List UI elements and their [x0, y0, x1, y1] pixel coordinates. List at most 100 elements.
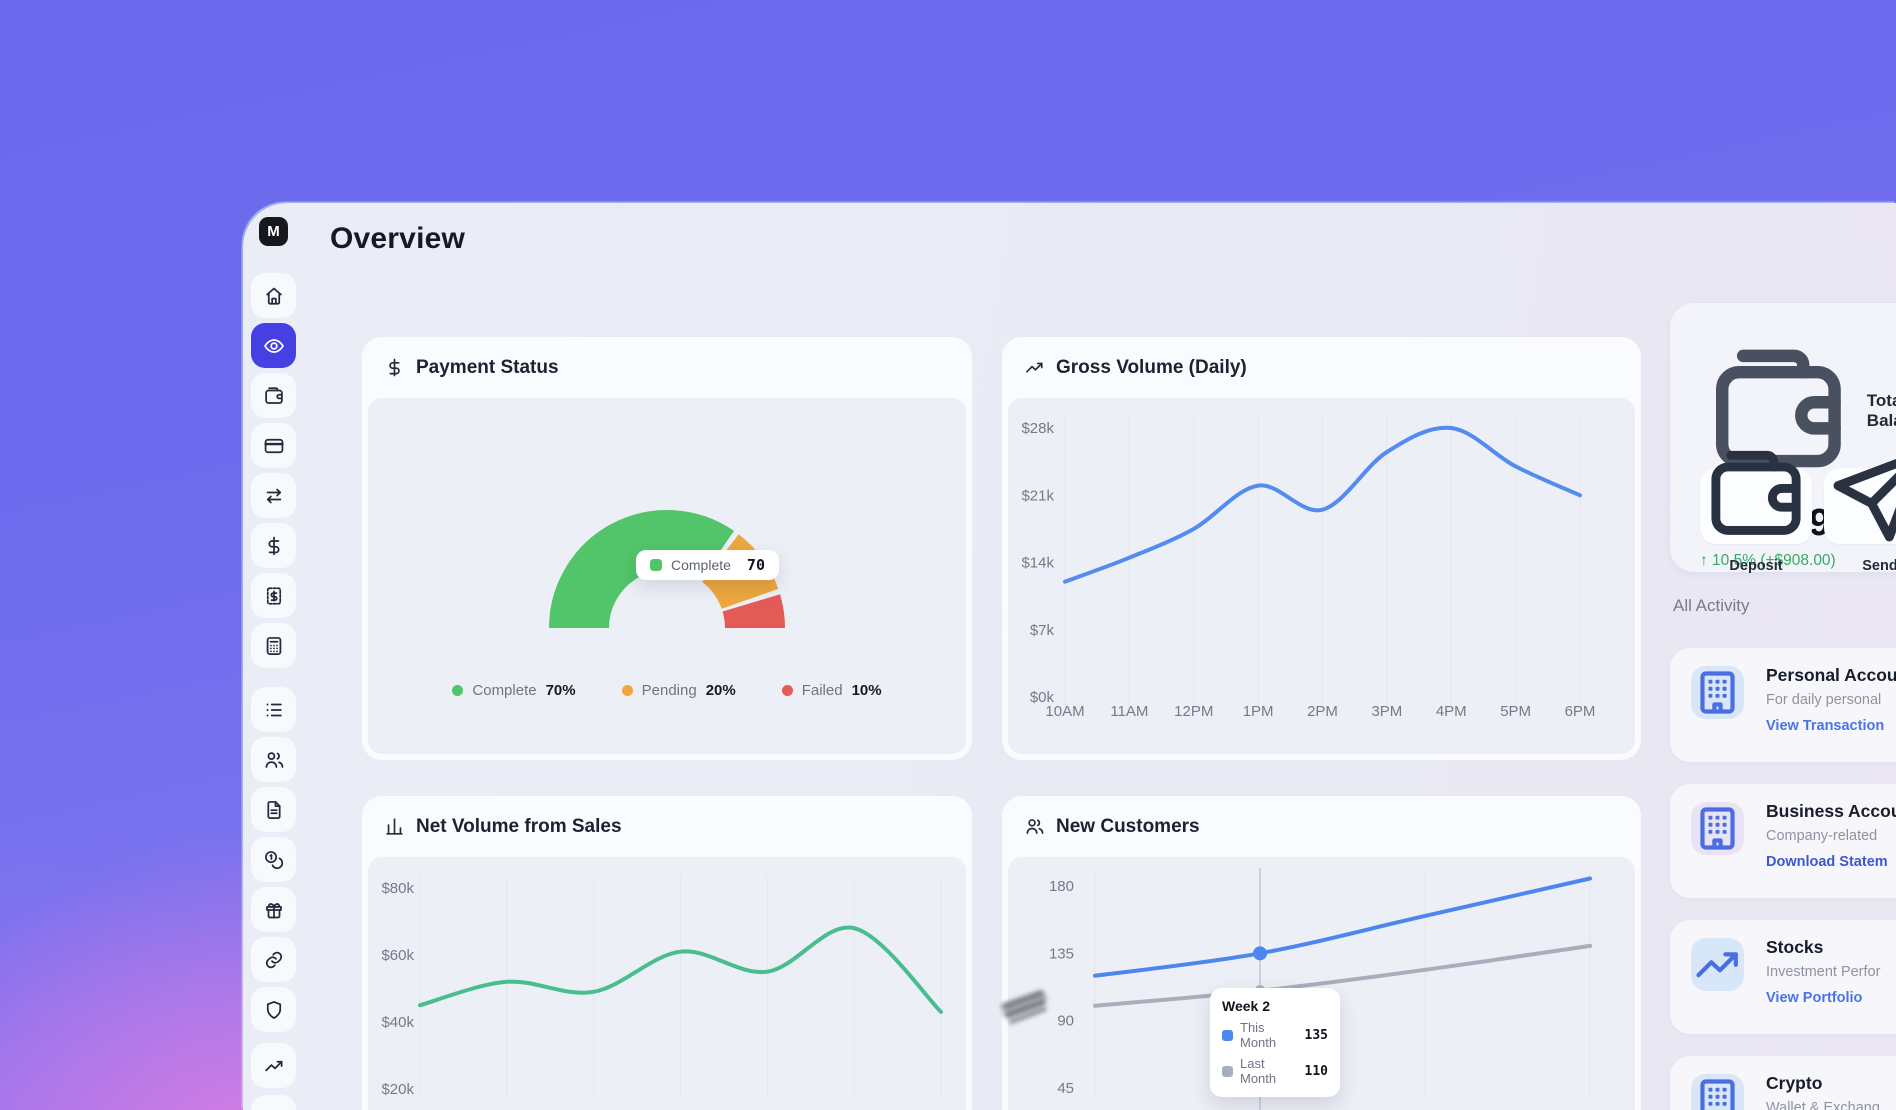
- week2-tooltip: Week 2 This Month 135 Last Month 110: [1210, 988, 1340, 1097]
- payment-status-card: Payment Status Complete 70 Complete 70% …: [362, 337, 972, 760]
- sidebar-item-wallet[interactable]: [251, 373, 296, 418]
- payment-status-title: Payment Status: [416, 357, 559, 379]
- complete-swatch-icon: [650, 559, 662, 571]
- svg-text:$40k: $40k: [381, 1014, 414, 1031]
- activity-title: Business Accou: [1766, 801, 1896, 822]
- send-icon: [1824, 439, 1896, 551]
- legend-label: Complete: [472, 682, 536, 699]
- complete-dot-icon: [452, 685, 463, 696]
- sidebar-item-devices[interactable]: [251, 1095, 296, 1110]
- arrows-left-right-icon: [263, 485, 285, 507]
- last-month-swatch-icon: [1222, 1066, 1233, 1077]
- svg-text:$20k: $20k: [381, 1081, 414, 1098]
- svg-text:4PM: 4PM: [1436, 703, 1467, 720]
- legend-value: 20%: [706, 682, 736, 699]
- link-icon: [263, 949, 285, 971]
- activity-title: Stocks: [1766, 937, 1823, 958]
- svg-text:6PM: 6PM: [1565, 703, 1596, 720]
- receipt-icon: [263, 585, 285, 607]
- gauge-tooltip-value: 70: [747, 556, 765, 574]
- pending-dot-icon: [622, 685, 633, 696]
- gross-volume-header: Gross Volume (Daily): [1002, 337, 1641, 398]
- net-volume-title: Net Volume from Sales: [416, 816, 622, 838]
- sidebar-item-coins[interactable]: [251, 837, 296, 882]
- users-icon: [1024, 816, 1045, 837]
- svg-text:$14k: $14k: [1021, 555, 1054, 572]
- sidebar-item-payments[interactable]: [251, 523, 296, 568]
- legend-item-failed: Failed 10%: [782, 682, 882, 699]
- svg-text:5PM: 5PM: [1500, 703, 1531, 720]
- sidebar-item-customers[interactable]: [251, 737, 296, 782]
- sidebar-item-lists[interactable]: [251, 687, 296, 732]
- sidebar-item-overview[interactable]: [251, 323, 296, 368]
- gauge-tooltip: Complete 70: [636, 550, 779, 580]
- trending-up-icon: [1024, 357, 1045, 378]
- sidebar-item-invoices[interactable]: [251, 573, 296, 618]
- net-volume-body: $80k$60k$40k$20k: [368, 857, 966, 1110]
- this-month-swatch-icon: [1222, 1030, 1233, 1041]
- legend-label: Pending: [642, 682, 697, 699]
- sidebar-item-security[interactable]: [251, 987, 296, 1032]
- file-icon: [263, 799, 285, 821]
- trending-up-icon: [1691, 938, 1744, 991]
- legend-value: 10%: [852, 682, 882, 699]
- credit-card-icon: [263, 435, 285, 457]
- svg-text:$21k: $21k: [1021, 487, 1054, 504]
- users-icon: [263, 749, 285, 771]
- sidebar-item-transfers[interactable]: [251, 473, 296, 518]
- week2-tooltip-title: Week 2: [1222, 998, 1328, 1014]
- tooltip-row-value: 110: [1305, 1064, 1328, 1079]
- send-button[interactable]: Send: [1824, 468, 1896, 544]
- svg-text:12PM: 12PM: [1174, 703, 1213, 720]
- trending-up-icon: [263, 1055, 285, 1077]
- svg-text:90: 90: [1057, 1013, 1074, 1030]
- activity-subtitle: Investment Perfor: [1766, 964, 1880, 980]
- sidebar-item-links[interactable]: [251, 937, 296, 982]
- net-volume-header: Net Volume from Sales: [362, 796, 972, 857]
- payment-status-header: Payment Status: [362, 337, 972, 398]
- svg-text:3PM: 3PM: [1371, 703, 1402, 720]
- calculator-icon: [263, 635, 285, 657]
- sidebar-item-rewards[interactable]: [251, 887, 296, 932]
- dollar-icon: [384, 357, 405, 378]
- legend-value: 70%: [546, 682, 576, 699]
- deposit-button[interactable]: Deposit: [1700, 468, 1812, 544]
- svg-text:$28k: $28k: [1021, 420, 1054, 437]
- payment-legend: Complete 70% Pending 20% Failed 10%: [368, 682, 966, 699]
- gift-icon: [263, 899, 285, 921]
- sidebar-item-home[interactable]: [251, 273, 296, 318]
- total-balance-card: Total Balance $23,569.00 ↑ 10.5% (+$908.…: [1670, 303, 1896, 572]
- activity-card-personal-accou[interactable]: Personal AccouFor daily personalView Tra…: [1670, 648, 1896, 762]
- app-logo[interactable]: M: [259, 217, 288, 246]
- svg-text:180: 180: [1049, 878, 1074, 895]
- sidebar-item-trends[interactable]: [251, 1043, 296, 1088]
- tooltip-row-last-month: Last Month 110: [1222, 1056, 1328, 1086]
- new-customers-card: New Customers 1801359045 Week 2 This Mon…: [1002, 796, 1641, 1110]
- legend-item-pending: Pending 20%: [622, 682, 736, 699]
- bar-chart-icon: [384, 816, 405, 837]
- shield-icon: [263, 999, 285, 1021]
- legend-item-complete: Complete 70%: [452, 682, 575, 699]
- list-icon: [263, 699, 285, 721]
- activity-title: Crypto: [1766, 1073, 1822, 1094]
- dollar-icon: [263, 535, 285, 557]
- activity-link[interactable]: View Transaction: [1766, 718, 1884, 734]
- gauge-tooltip-label: Complete: [671, 557, 731, 573]
- total-balance-label: Total Balance: [1867, 391, 1896, 431]
- activity-link[interactable]: Download Statem: [1766, 854, 1888, 870]
- activity-card-business-accou[interactable]: Business Accou Company-related Download St…: [1670, 784, 1896, 898]
- activity-card-stocks[interactable]: Stocks Investment Perfor View Portfolio: [1670, 920, 1896, 1034]
- sidebar-item-calculator[interactable]: [251, 623, 296, 668]
- sidebar-item-documents[interactable]: [251, 787, 296, 832]
- activity-subtitle: Company-related: [1766, 828, 1877, 844]
- home-icon: [263, 285, 285, 307]
- building-icon: [1691, 666, 1744, 719]
- tooltip-row-this-month: This Month 135: [1222, 1020, 1328, 1050]
- sidebar-item-cards[interactable]: [251, 423, 296, 468]
- gross-volume-card: Gross Volume (Daily) $28k$21k$14k$7k$0k1…: [1002, 337, 1641, 760]
- activity-card-crypto[interactable]: CryptoWallet & Exchang: [1670, 1056, 1896, 1110]
- tooltip-row-label: Last Month: [1240, 1056, 1298, 1086]
- activity-link[interactable]: View Portfolio: [1766, 990, 1862, 1006]
- svg-text:135: 135: [1049, 945, 1074, 962]
- wallet-icon: [263, 385, 285, 407]
